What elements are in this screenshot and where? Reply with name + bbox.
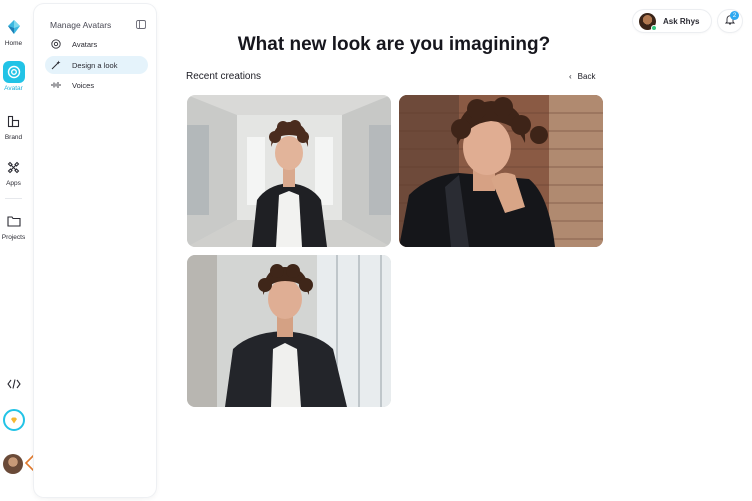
collapse-sidebar-icon[interactable] xyxy=(136,16,146,34)
page-title: What new look are you imagining? xyxy=(237,34,551,55)
panel-item-design-a-look[interactable]: Design a look xyxy=(45,56,148,74)
rail-label-home: Home xyxy=(4,40,23,47)
ask-rhys-label: Ask Rhys xyxy=(663,16,700,26)
manage-avatars-panel: Manage Avatars Avatars Design a look Voi… xyxy=(34,4,156,497)
rail-item-projects[interactable]: Projects xyxy=(0,210,27,241)
creation-card-2[interactable] xyxy=(399,95,603,247)
rail-item-brand[interactable]: Brand xyxy=(0,110,27,141)
apps-icon xyxy=(3,156,25,178)
rail-item-code[interactable] xyxy=(0,373,27,395)
panel-item-avatars[interactable]: Avatars xyxy=(45,35,148,53)
panel-item-label: Avatars xyxy=(72,39,98,49)
panel-item-label: Design a look xyxy=(72,60,118,70)
rail-label-brand: Brand xyxy=(4,134,23,141)
brand-icon xyxy=(3,110,25,132)
chevron-left-icon: ‹ xyxy=(569,72,572,81)
notification-badge: 2 xyxy=(730,11,739,20)
waveform-icon xyxy=(50,79,62,91)
rail-label-projects: Projects xyxy=(1,234,26,241)
avatar-icon xyxy=(2,61,25,83)
online-status-dot xyxy=(651,24,657,31)
panel-item-label: Voices xyxy=(72,80,95,90)
section-title: Recent creations xyxy=(186,71,262,82)
rail-divider xyxy=(5,198,22,199)
back-button[interactable]: ‹ Back xyxy=(569,72,595,81)
rail-label-avatar: Avatar xyxy=(4,85,23,92)
assistant-avatar xyxy=(639,12,657,31)
rail-item-avatar[interactable]: Avatar xyxy=(0,61,27,92)
diamond-icon xyxy=(10,411,18,429)
folder-icon xyxy=(3,210,25,232)
back-label: Back xyxy=(577,72,596,81)
magic-wand-icon xyxy=(50,59,62,71)
rail-item-apps[interactable]: Apps xyxy=(0,156,27,187)
creation-card-1[interactable] xyxy=(187,95,391,247)
user-avatar[interactable] xyxy=(3,454,23,474)
premium-button[interactable] xyxy=(3,409,25,431)
creation-image-2 xyxy=(399,95,603,247)
rail-item-home[interactable]: Home xyxy=(0,16,27,47)
creation-image-1 xyxy=(187,95,391,247)
creation-image-3 xyxy=(187,255,391,407)
panel-title: Manage Avatars xyxy=(50,20,112,30)
creation-card-3[interactable] xyxy=(187,255,391,407)
panel-header: Manage Avatars xyxy=(50,16,146,34)
rail-label-apps: Apps xyxy=(6,180,21,187)
avatar-circle-icon xyxy=(50,38,62,50)
notifications-button[interactable]: 2 xyxy=(718,10,742,32)
panel-item-voices[interactable]: Voices xyxy=(45,76,148,94)
app-logo-icon xyxy=(3,16,25,38)
code-icon xyxy=(3,373,25,395)
ask-rhys-button[interactable]: Ask Rhys xyxy=(633,10,711,32)
